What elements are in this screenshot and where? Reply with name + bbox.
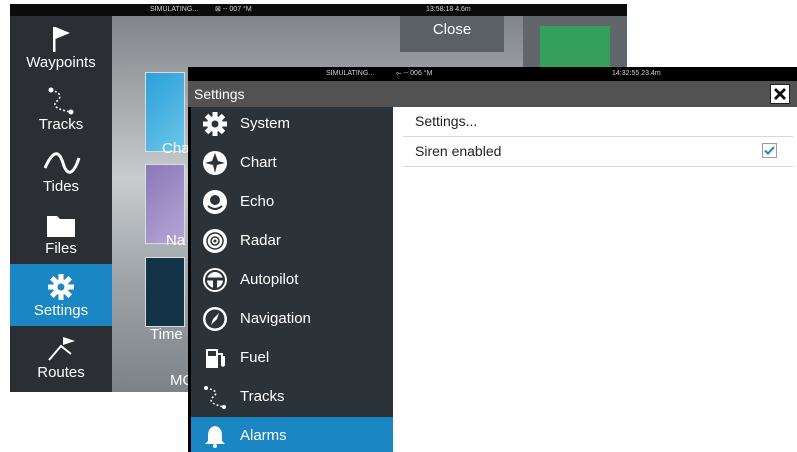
radar-tile-icon [540, 26, 610, 72]
settings-sim-status: SIMULATING... [326, 70, 375, 77]
menu-item-label: Autopilot [240, 271, 299, 288]
home-gps-status: ⊠ -- 007 °M [215, 6, 252, 13]
echo-icon [203, 190, 227, 214]
steering-wheel-icon [203, 268, 227, 292]
checkmark-icon [764, 146, 775, 155]
chart-icon [203, 151, 227, 175]
sidebar-item-routes[interactable]: Routes [10, 326, 112, 388]
menu-item-alarms[interactable]: Alarms [191, 417, 393, 452]
sidebar-item-label: Tides [42, 178, 80, 195]
gear-icon [203, 112, 227, 136]
track-icon [204, 386, 226, 409]
menu-item-chart[interactable]: Chart [191, 144, 393, 183]
home-status-bar: SIMULATING... ⊠ -- 007 °M 13:58:18 4.6m [10, 4, 627, 16]
menu-item-label: Tracks [240, 388, 285, 405]
folder-icon [47, 216, 75, 237]
track-icon [48, 87, 74, 115]
menu-item-label: Navigation [240, 310, 311, 327]
home-sidebar: Waypoints Tracks Tides Files Settings Ro… [10, 16, 112, 392]
settings-link-row[interactable]: Settings... [403, 107, 793, 137]
sidebar-item-label: Waypoints [26, 54, 96, 71]
sidebar-item-settings[interactable]: Settings [10, 264, 112, 326]
sidebar-item-tides[interactable]: Tides [10, 140, 112, 202]
sidebar-item-label: Tracks [38, 116, 84, 133]
menu-item-system[interactable]: System [191, 105, 393, 144]
sidebar-item-label: Settings [33, 302, 89, 319]
tide-wave-icon [43, 152, 81, 174]
chart-tile-label: Cha [162, 140, 190, 157]
navigation-tile-label: Na [166, 232, 186, 249]
alarm-settings-panel: Settings... Siren enabled [393, 107, 797, 452]
sidebar-item-files[interactable]: Files [10, 202, 112, 264]
settings-title-bar: Settings [188, 81, 797, 107]
siren-enabled-checkbox[interactable] [762, 143, 777, 158]
settings-menu: System Chart Echo Radar Autopilot Naviga… [191, 107, 393, 452]
siren-enabled-row[interactable]: Siren enabled [403, 137, 793, 167]
sidebar-item-waypoints[interactable]: Waypoints [10, 16, 112, 78]
menu-item-label: System [240, 115, 291, 132]
settings-gps-status: ⟜ -- 006 °M [396, 70, 433, 77]
gear-icon [48, 274, 74, 300]
home-close-button[interactable]: Close [400, 16, 504, 52]
menu-item-tracks[interactable]: Tracks [191, 378, 393, 417]
route-icon [48, 337, 75, 361]
settings-title: Settings [194, 86, 245, 102]
fuel-pump-icon [206, 349, 225, 368]
close-icon [774, 88, 786, 100]
sidebar-item-label: Routes [37, 364, 85, 381]
flag-icon [53, 27, 70, 52]
settings-link-label: Settings... [415, 113, 478, 129]
settings-status-bar: SIMULATING... ⟜ -- 006 °M 14:32:55 23.4m [188, 67, 797, 81]
menu-item-label: Fuel [240, 349, 270, 366]
bell-icon [205, 426, 225, 448]
menu-item-radar[interactable]: Radar [191, 222, 393, 261]
menu-item-autopilot[interactable]: Autopilot [191, 261, 393, 300]
home-time-status: 13:58:18 4.6m [426, 6, 471, 13]
time-tile-label: Time [150, 326, 183, 343]
settings-time-status: 14:32:55 23.4m [612, 70, 661, 77]
close-button[interactable] [770, 84, 790, 104]
menu-item-navigation[interactable]: Navigation [191, 300, 393, 339]
sidebar-item-label: Files [45, 240, 77, 257]
menu-item-fuel[interactable]: Fuel [191, 339, 393, 378]
menu-item-label: Echo [240, 193, 275, 210]
settings-window: SIMULATING... ⟜ -- 006 °M 14:32:55 23.4m… [188, 67, 797, 452]
menu-item-echo[interactable]: Echo [191, 183, 393, 222]
radar-icon [203, 229, 227, 253]
compass-icon [203, 307, 227, 331]
menu-item-label: Alarms [240, 427, 287, 444]
menu-item-label: Radar [240, 232, 281, 249]
home-sim-status: SIMULATING... [150, 6, 199, 13]
menu-item-label: Chart [240, 154, 277, 171]
siren-enabled-label: Siren enabled [415, 143, 502, 159]
time-plot-app-tile[interactable] [145, 257, 185, 327]
sidebar-item-tracks[interactable]: Tracks [10, 78, 112, 140]
